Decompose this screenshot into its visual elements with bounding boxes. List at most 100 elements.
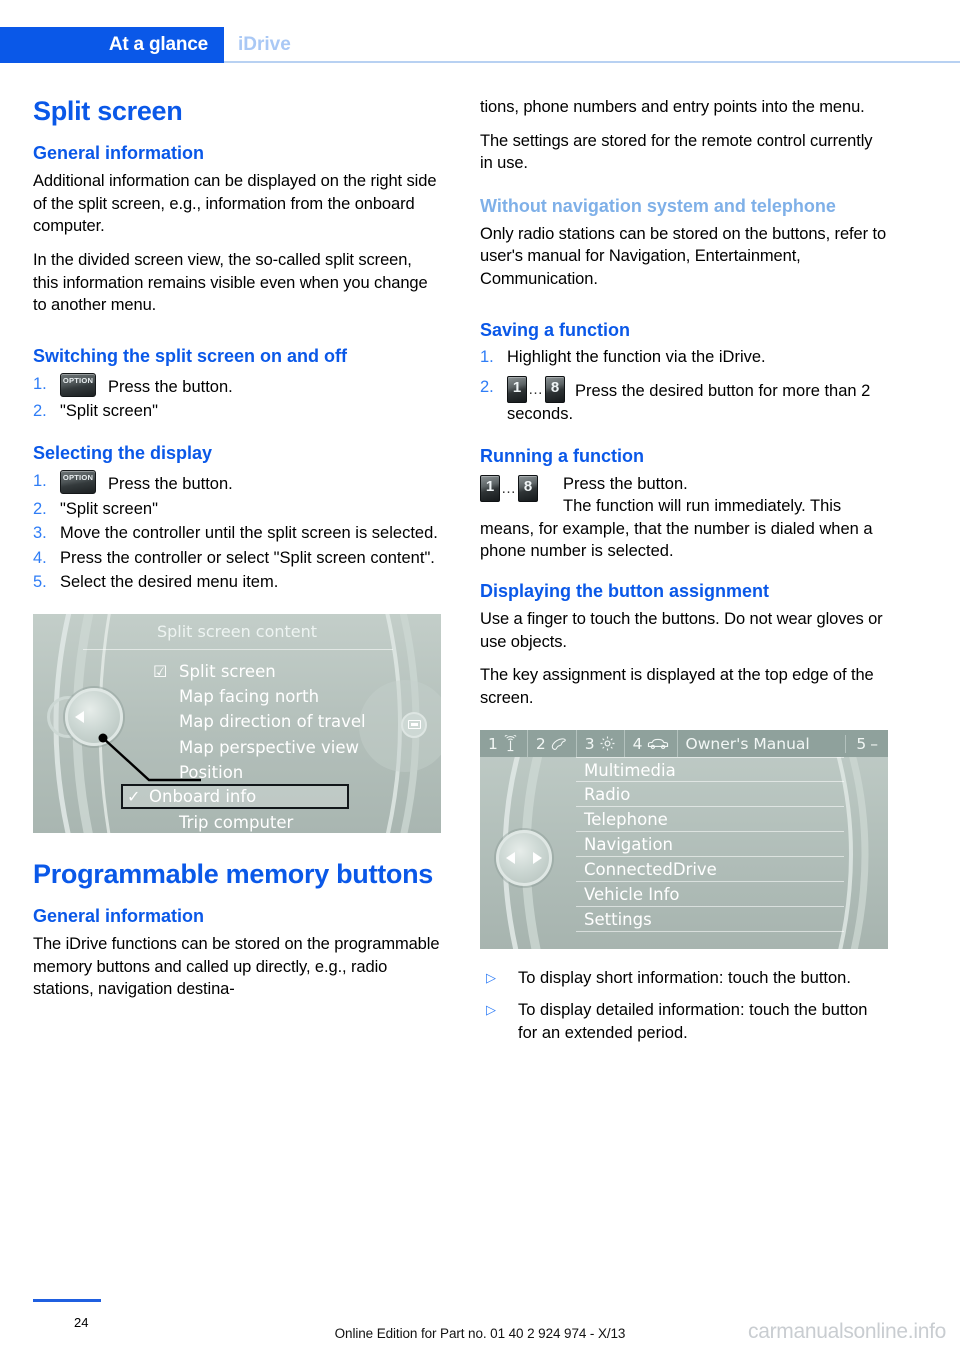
menu-item[interactable]: Map direction of travel bbox=[153, 709, 366, 734]
menu-item-label: Map perspective view bbox=[179, 737, 359, 757]
running-function-block: 1… 8 Press the button. The function will … bbox=[480, 473, 888, 563]
menu-item-label: Map facing north bbox=[179, 687, 320, 707]
screen-b-menu: Multimedia Radio Telephone Navigation Co… bbox=[576, 757, 844, 933]
topbar-slot-number: 4 bbox=[632, 734, 643, 753]
chevron-left-icon bbox=[506, 852, 515, 865]
topbar-slot-4[interactable]: 4 bbox=[625, 730, 678, 758]
tab-idrive[interactable]: iDrive bbox=[238, 27, 291, 63]
ellipsis-icon: … bbox=[501, 479, 517, 497]
heading-saving-a-function: Saving a function bbox=[480, 319, 631, 340]
option-button-icon[interactable]: OPTION bbox=[60, 469, 96, 494]
step-number: 1. bbox=[480, 348, 494, 367]
step-text: Highlight the function via the iDrive. bbox=[507, 348, 766, 367]
menu-item[interactable]: Navigation bbox=[576, 832, 844, 858]
gear-icon bbox=[600, 736, 615, 751]
heading-switching-split-screen: Switching the split screen on and off bbox=[33, 345, 348, 366]
menu-item[interactable]: Multimedia bbox=[576, 757, 844, 783]
screen-a-title: Split screen content bbox=[156, 621, 318, 641]
topbar-slot-number: 1 bbox=[488, 734, 498, 753]
step-number: 4. bbox=[33, 548, 47, 567]
menu-item[interactable]: Position bbox=[153, 760, 366, 785]
screen-side-button[interactable] bbox=[401, 711, 427, 738]
step-item: 1. Highlight the function via the iDrive… bbox=[480, 346, 888, 369]
topbar-slot-3[interactable]: 3 bbox=[577, 730, 625, 758]
step-item: 5. Select the desired menu item. bbox=[33, 571, 441, 594]
topbar-title: Owner's Manual bbox=[678, 734, 847, 753]
menu-item[interactable]: Map perspective view bbox=[153, 735, 366, 760]
car-icon bbox=[647, 739, 668, 750]
steps-saving: 1. Highlight the function via the iDrive… bbox=[480, 346, 888, 425]
memory-button-1-icon[interactable]: 1 bbox=[480, 474, 500, 502]
step-number: 1. bbox=[33, 374, 47, 393]
header-divider bbox=[224, 61, 960, 63]
controller-knob[interactable] bbox=[496, 830, 552, 887]
menu-item-label: Position bbox=[179, 762, 244, 782]
option-button-icon[interactable]: OPTION bbox=[60, 372, 96, 397]
heading-selecting-display: Selecting the display bbox=[33, 442, 213, 463]
menu-item[interactable]: Trip computer bbox=[153, 810, 366, 833]
arrow-list-item: ▷ To display detailed information: touch… bbox=[480, 999, 888, 1044]
step-number: 2. bbox=[480, 378, 494, 397]
arrow-list-item: ▷ To display short information: touch th… bbox=[480, 967, 888, 990]
step-text: "Split screen" bbox=[60, 402, 158, 421]
menu-item[interactable]: ConnectedDrive bbox=[576, 857, 844, 883]
left-column: Split screen General information Additio… bbox=[33, 96, 441, 1012]
topbar-slot-number: 2 bbox=[535, 734, 546, 753]
menu-item-label: Trip computer bbox=[179, 812, 294, 832]
heading-running-a-function: Running a function bbox=[480, 445, 644, 466]
tab-at-a-glance[interactable]: At a glance bbox=[0, 27, 224, 63]
idrive-screenshot-split-screen-content: Split screen content ☑ Split screen Map … bbox=[33, 613, 441, 833]
menu-item[interactable]: Telephone bbox=[576, 807, 844, 833]
menu-item[interactable]: Radio bbox=[576, 782, 844, 808]
step-number: 5. bbox=[33, 573, 47, 592]
heading-displaying-button-assignment: Displaying the button assignment bbox=[480, 580, 770, 601]
triangle-right-icon: ▷ bbox=[486, 970, 496, 986]
menu-item[interactable]: Vehicle Info bbox=[576, 882, 844, 908]
running-line-1: Press the button. bbox=[563, 474, 688, 493]
page-header: At a glance iDrive bbox=[0, 27, 960, 63]
checkmark-icon: ✓ bbox=[127, 786, 141, 806]
topbar-slot-1[interactable]: 1 bbox=[480, 730, 528, 758]
watermark: carmanualsonline.info bbox=[748, 1320, 946, 1343]
heading-without-navigation-system: Without navigation system and telephone bbox=[480, 195, 836, 216]
topbar-slot-number: 3 bbox=[584, 734, 595, 753]
memory-button-8-icon[interactable]: 8 bbox=[518, 474, 538, 502]
phone-handset-icon bbox=[551, 738, 566, 750]
dash-icon: – bbox=[870, 734, 878, 753]
footer-rule bbox=[33, 1299, 101, 1302]
right-column: tions, phone numbers and entry points in… bbox=[480, 96, 888, 1053]
topbar-slot-5[interactable]: 5 – bbox=[846, 730, 888, 757]
running-rest: means, for example, that the number is d… bbox=[480, 519, 873, 561]
step-text-wrap: OPTION Press the button. bbox=[60, 372, 441, 399]
memory-button-8-icon[interactable]: 8 bbox=[545, 376, 565, 404]
paragraph-displaying-2: The key assignment is displayed at the t… bbox=[480, 666, 874, 707]
running-line-2: The function will run immediately. This bbox=[563, 497, 842, 516]
step-text: Press the button. bbox=[108, 474, 233, 493]
topbar-slot-2[interactable]: 2 bbox=[528, 730, 577, 758]
display-icon bbox=[407, 720, 421, 730]
arrow-item-text: To display detailed information: touch t… bbox=[518, 1001, 868, 1042]
step-number: 1. bbox=[33, 471, 47, 490]
step-item: 4. Press the controller or select "Split… bbox=[33, 547, 441, 570]
checkbox-checked-icon: ☑ bbox=[153, 661, 168, 681]
menu-item[interactable]: Map facing north bbox=[153, 684, 366, 709]
step-text: Press the button. bbox=[108, 377, 233, 396]
page-title: Split screen bbox=[33, 96, 183, 126]
menu-item-selected-label: Onboard info bbox=[149, 786, 257, 806]
heading-memory-general-information: General information bbox=[33, 906, 205, 927]
chevron-left-icon bbox=[75, 710, 84, 723]
triangle-right-icon: ▷ bbox=[486, 1002, 496, 1018]
idrive-screenshot-main-menu: 1 2 3 4 Owner's Manual 5 – Multimedia Ra… bbox=[480, 730, 888, 950]
steps-selecting: 1. OPTION Press the button. 2. "Split scr… bbox=[33, 469, 441, 594]
step-number: 2. bbox=[33, 499, 47, 518]
step-number: 3. bbox=[33, 524, 47, 543]
memory-button-range: 1… 8 bbox=[507, 376, 565, 404]
menu-item[interactable]: ☑ Split screen bbox=[153, 659, 366, 684]
antenna-icon bbox=[504, 735, 517, 752]
memory-button-1-icon[interactable]: 1 bbox=[507, 376, 527, 404]
chevron-right-icon bbox=[533, 852, 542, 865]
screen-b-topbar: 1 2 3 4 Owner's Manual 5 – bbox=[480, 730, 888, 758]
menu-item[interactable]: Settings bbox=[576, 907, 844, 933]
step-text: "Split screen" bbox=[60, 499, 158, 518]
step-text-wrap: OPTION Press the button. bbox=[60, 469, 441, 496]
